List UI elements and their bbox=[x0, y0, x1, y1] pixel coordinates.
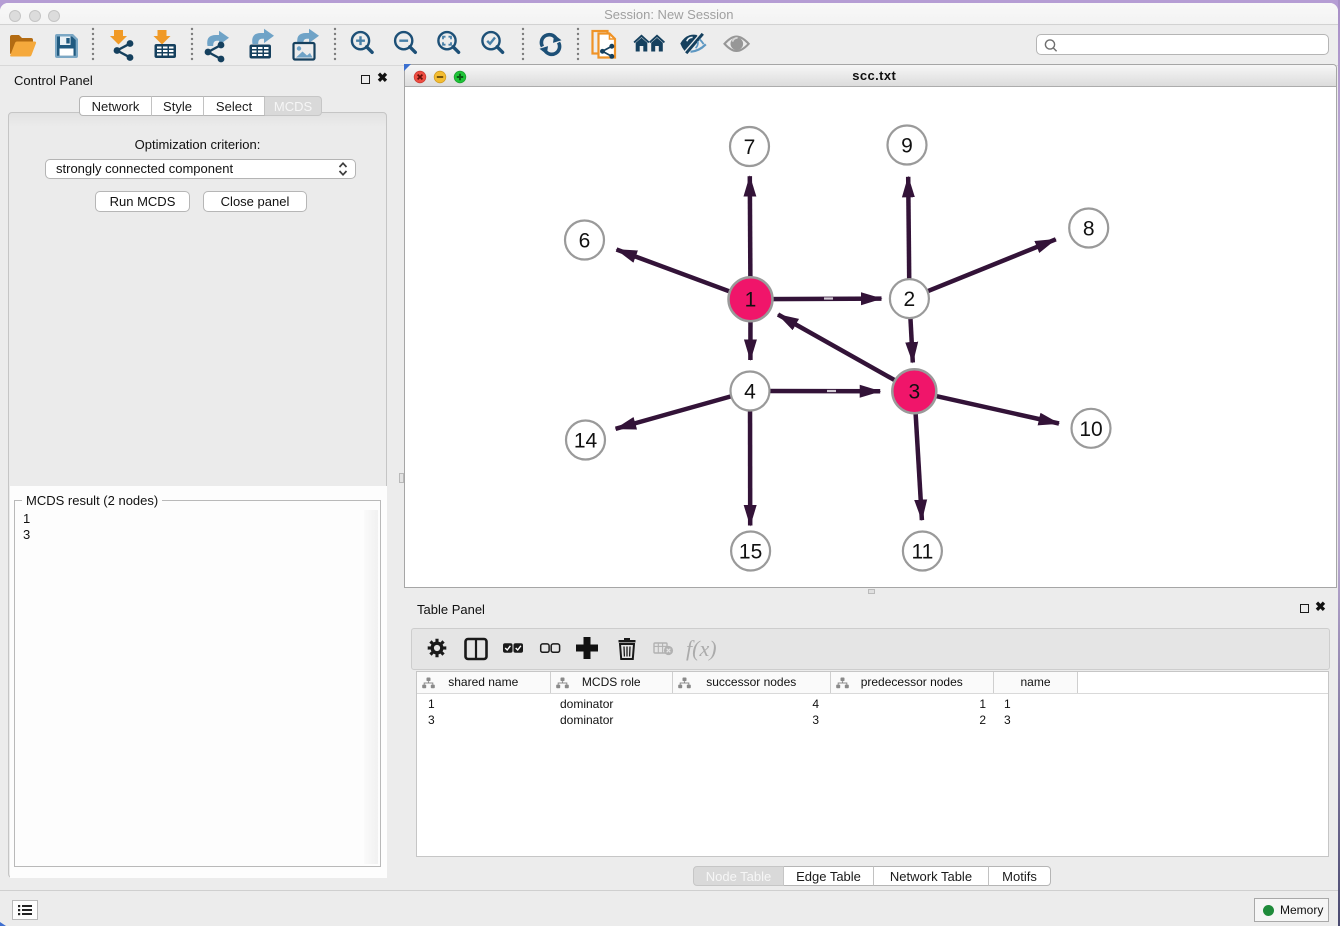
svg-text:15: 15 bbox=[739, 541, 762, 564]
svg-text:10: 10 bbox=[1079, 418, 1102, 441]
svg-text:6: 6 bbox=[579, 230, 591, 253]
svg-text:14: 14 bbox=[574, 430, 598, 453]
svg-text:7: 7 bbox=[744, 136, 756, 159]
svg-text:11: 11 bbox=[911, 541, 933, 564]
svg-text:4: 4 bbox=[744, 381, 756, 404]
svg-text:3: 3 bbox=[908, 381, 920, 404]
svg-text:9: 9 bbox=[901, 135, 913, 158]
svg-text:f(x): f(x) bbox=[686, 636, 717, 661]
svg-text:1: 1 bbox=[745, 289, 757, 312]
svg-text:2: 2 bbox=[904, 288, 916, 311]
svg-text:8: 8 bbox=[1083, 218, 1095, 241]
